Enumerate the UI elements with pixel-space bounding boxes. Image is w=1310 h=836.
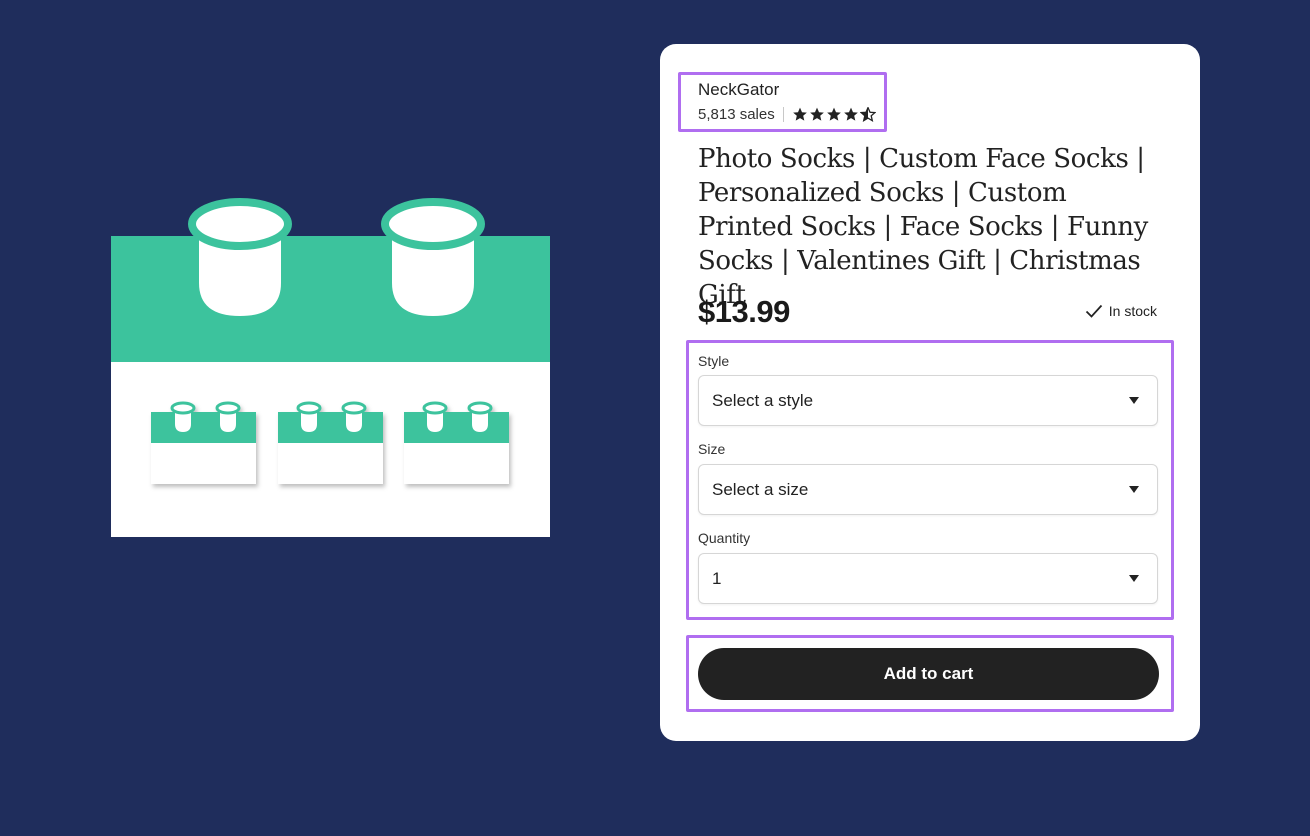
star-icon xyxy=(809,107,824,121)
caret-down-icon xyxy=(1129,486,1139,493)
product-card: NeckGator 5,813 sales Photo Socks | Cust… xyxy=(660,44,1200,741)
rating-stars[interactable] xyxy=(792,107,876,122)
product-title: Photo Socks | Custom Face Socks | Person… xyxy=(698,144,1148,310)
product-price: $13.99 xyxy=(698,294,790,329)
add-to-cart-button[interactable]: Add to cart xyxy=(698,648,1159,700)
divider xyxy=(782,107,784,122)
sales-count: 5,813 sales xyxy=(698,106,775,123)
stock-status: In stock xyxy=(1085,303,1157,319)
quantity-label: Quantity xyxy=(698,530,751,546)
ring-icon xyxy=(188,198,292,316)
check-icon xyxy=(1085,304,1102,318)
star-icon xyxy=(843,107,858,121)
star-icon xyxy=(826,107,841,121)
shop-name-link[interactable]: NeckGator xyxy=(698,80,779,100)
half-star-icon xyxy=(859,107,876,122)
mini-card xyxy=(278,401,383,484)
ring-icon xyxy=(381,198,485,316)
style-select-value: Select a style xyxy=(712,390,814,410)
caret-down-icon xyxy=(1129,397,1139,404)
size-select-value: Select a size xyxy=(712,479,809,499)
mini-card xyxy=(404,401,509,484)
page: NeckGator 5,813 sales Photo Socks | Cust… xyxy=(0,0,1310,836)
caret-down-icon xyxy=(1129,575,1139,582)
style-select[interactable]: Select a style xyxy=(698,375,1158,426)
style-label: Style xyxy=(698,353,730,369)
quantity-select[interactable]: 1 xyxy=(698,553,1158,604)
stock-label: In stock xyxy=(1108,303,1157,319)
quantity-select-value: 1 xyxy=(712,568,722,588)
size-select[interactable]: Select a size xyxy=(698,464,1158,515)
size-label: Size xyxy=(698,441,726,457)
product-layout-illustration xyxy=(111,198,550,537)
mini-card xyxy=(151,401,256,484)
star-icon xyxy=(792,107,807,121)
shop-sales-row: 5,813 sales xyxy=(698,106,876,123)
